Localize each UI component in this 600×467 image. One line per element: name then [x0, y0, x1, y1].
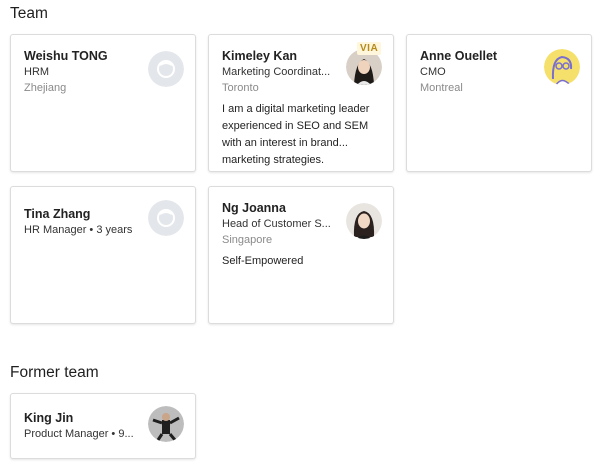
member-name[interactable]: Tina Zhang — [24, 207, 90, 221]
team-card-ng-joanna[interactable]: Ng Joanna Head of Customer S... Singapor… — [208, 186, 394, 324]
member-location: Zhejiang — [24, 82, 67, 94]
member-role: Product Manager • 9... — [24, 428, 134, 440]
member-name[interactable]: Kimeley Kan — [222, 49, 297, 63]
placeholder-avatar-icon[interactable] — [148, 51, 184, 87]
illustration-avatar[interactable] — [544, 49, 580, 85]
profile-photo-avatar[interactable] — [346, 203, 382, 239]
team-card-anne-ouellet[interactable]: Anne Ouellet CMO Montreal — [406, 34, 592, 172]
team-section-title: Team — [10, 5, 48, 22]
member-role: Marketing Coordinat... — [222, 66, 331, 78]
former-team-card-king-jin[interactable]: King Jin Product Manager • 9... — [10, 393, 196, 459]
placeholder-avatar-icon[interactable] — [148, 200, 184, 236]
member-bio: Self-Empowered — [222, 255, 304, 267]
team-card-kimeley-kan[interactable]: Kimeley Kan Marketing Coordinat... Toron… — [208, 34, 394, 172]
member-name[interactable]: Weishu TONG — [24, 49, 108, 63]
member-location: Toronto — [222, 82, 259, 94]
member-location: Singapore — [222, 234, 273, 246]
profile-photo-avatar[interactable] — [148, 406, 184, 442]
member-name[interactable]: Ng Joanna — [222, 201, 286, 215]
member-name[interactable]: King Jin — [24, 411, 73, 425]
member-name[interactable]: Anne Ouellet — [420, 49, 497, 63]
member-location: Montreal — [420, 82, 463, 94]
member-role: HR Manager • 3 years — [24, 224, 133, 236]
team-card-weishu-tong[interactable]: Weishu TONG HRM Zhejiang — [10, 34, 196, 172]
member-role: CMO — [420, 66, 446, 78]
former-team-section-title: Former team — [10, 364, 99, 381]
via-badge: VIA — [357, 42, 382, 55]
member-role: Head of Customer S... — [222, 218, 331, 230]
member-role: HRM — [24, 66, 50, 78]
team-card-tina-zhang[interactable]: Tina Zhang HR Manager • 3 years — [10, 186, 196, 324]
member-bio: I am a digital marketing leader experien… — [222, 103, 370, 166]
